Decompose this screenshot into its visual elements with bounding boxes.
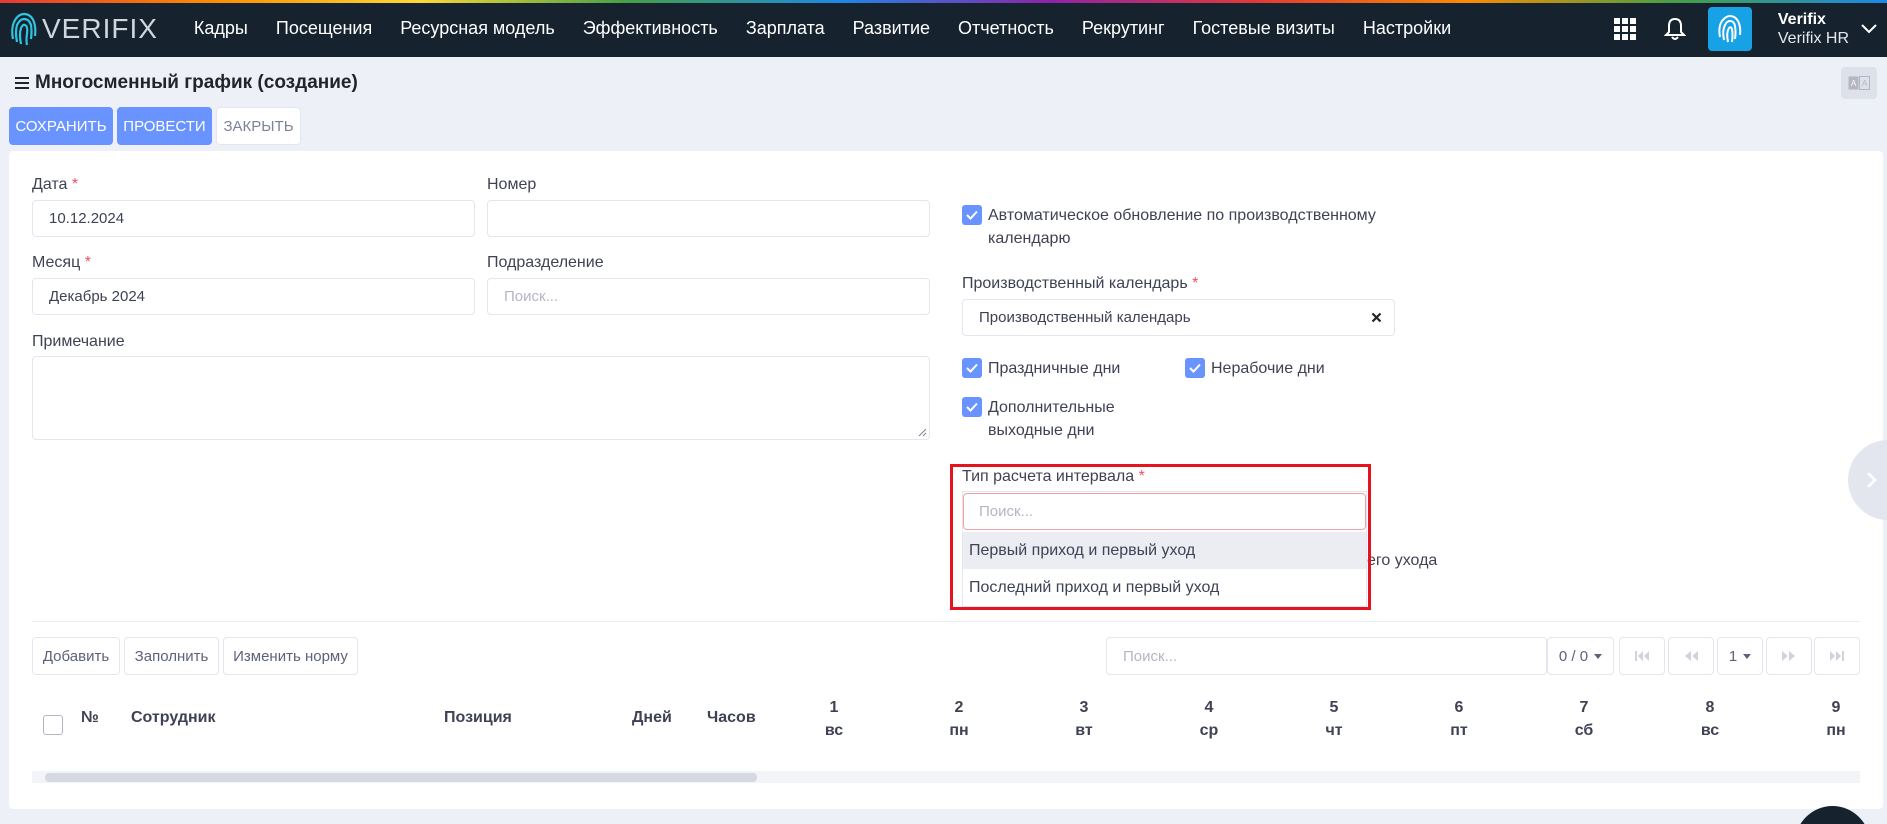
nav-item-guest-visits[interactable]: Гостевые визиты bbox=[1193, 18, 1335, 39]
extra-days-checkbox[interactable]: Дополнительные выходные дни bbox=[962, 396, 1115, 442]
page-title-text: Многосменный график (создание) bbox=[35, 72, 358, 93]
col-day-6: 6 пт bbox=[1450, 699, 1468, 739]
nav-item-development[interactable]: Развитие bbox=[853, 18, 930, 39]
prod-calendar-select[interactable]: Производственный календарь bbox=[962, 299, 1395, 336]
prev-page-button[interactable] bbox=[1668, 637, 1714, 675]
checkbox-checked-icon[interactable] bbox=[962, 358, 982, 378]
extra-days-label: Дополнительные выходные дни bbox=[988, 399, 1115, 439]
menu-icon[interactable] bbox=[15, 77, 29, 89]
nav-item-poseshcheniya[interactable]: Посещения bbox=[276, 18, 372, 39]
table-search-input[interactable]: Поиск... bbox=[1106, 637, 1547, 675]
divider bbox=[32, 621, 1860, 622]
rainbow-strip bbox=[0, 0, 1887, 3]
holidays-label: Праздничные дни bbox=[988, 360, 1121, 377]
highlight-box bbox=[950, 464, 1371, 610]
avatar[interactable] bbox=[1707, 6, 1752, 51]
clear-icon[interactable] bbox=[1371, 312, 1382, 323]
chevron-right-icon bbox=[1867, 472, 1877, 488]
bell-icon[interactable] bbox=[1663, 17, 1686, 41]
nav-item-efficiency[interactable]: Эффективность bbox=[583, 18, 718, 39]
date-field[interactable]: 10.12.2024 bbox=[32, 200, 475, 237]
checkbox-checked-icon[interactable] bbox=[1185, 358, 1205, 378]
nav-item-kadry[interactable]: Кадры bbox=[194, 18, 248, 39]
division-label: Подразделение bbox=[487, 254, 604, 271]
first-page-button[interactable] bbox=[1619, 637, 1665, 675]
next-page-icon bbox=[1782, 651, 1795, 661]
first-page-icon bbox=[1635, 651, 1649, 661]
col-hours[interactable]: Часов bbox=[707, 709, 756, 727]
user-company: Verifix HR bbox=[1777, 29, 1849, 47]
svg-text:A: A bbox=[1862, 79, 1868, 88]
note-label: Примечание bbox=[32, 333, 125, 350]
nav-item-reports[interactable]: Отчетность bbox=[958, 18, 1054, 39]
count-select[interactable]: 0 / 0 bbox=[1547, 637, 1614, 675]
close-button[interactable]: ЗАКРЫТЬ bbox=[216, 107, 301, 145]
resize-handle-icon[interactable] bbox=[917, 427, 927, 437]
col-day-7: 7 сб bbox=[1574, 699, 1594, 739]
fingerprint-icon bbox=[1718, 14, 1742, 42]
scrollbar-thumb[interactable] bbox=[45, 773, 757, 782]
col-employee[interactable]: Сотрудник bbox=[131, 709, 216, 727]
logo-text: VERIFIX bbox=[42, 12, 158, 44]
translate-glyph-icon: A A bbox=[1848, 76, 1870, 90]
nav-item-settings[interactable]: Настройки bbox=[1363, 18, 1451, 39]
caret-down-icon bbox=[1594, 653, 1603, 659]
hidden-option-text: его ухода bbox=[1367, 552, 1438, 569]
user-name: Verifix bbox=[1777, 10, 1826, 28]
date-label: Дата * bbox=[32, 176, 79, 193]
prod-calendar-value: Производственный календарь bbox=[979, 309, 1191, 326]
select-all-checkbox[interactable] bbox=[43, 715, 63, 735]
month-field[interactable]: Декабрь 2024 bbox=[32, 278, 475, 315]
next-page-button[interactable] bbox=[1766, 637, 1812, 675]
nav-item-resource-model[interactable]: Ресурсная модель bbox=[400, 18, 555, 39]
page-title: Многосменный график (создание) bbox=[15, 72, 358, 94]
number-label: Номер bbox=[487, 176, 537, 193]
checkbox-checked-icon[interactable] bbox=[962, 397, 982, 417]
number-field[interactable] bbox=[487, 200, 930, 237]
nonworking-checkbox[interactable]: Нерабочие дни bbox=[1185, 357, 1325, 380]
auto-update-checkbox[interactable]: Автоматическое обновление по производств… bbox=[962, 204, 1376, 250]
month-label: Месяц * bbox=[32, 254, 91, 271]
top-right-tools: Verifix Verifix HR bbox=[1613, 0, 1887, 57]
holidays-checkbox[interactable]: Праздничные дни bbox=[962, 357, 1120, 380]
caret-down-icon bbox=[1743, 653, 1752, 659]
col-day-1: 1 вс bbox=[824, 699, 844, 739]
col-day-9: 9 пн bbox=[1826, 699, 1846, 739]
main-nav: Кадры Посещения Ресурсная модель Эффекти… bbox=[180, 18, 1465, 39]
top-navbar: VERIFIX Кадры Посещения Ресурсная модель… bbox=[0, 0, 1887, 57]
fill-button[interactable]: Заполнить bbox=[124, 637, 219, 675]
division-search-input[interactable]: Поиск... bbox=[487, 278, 930, 315]
translate-icon[interactable]: A A bbox=[1841, 67, 1877, 99]
apps-grid-icon[interactable] bbox=[1613, 17, 1636, 40]
col-days[interactable]: Дней bbox=[632, 709, 672, 727]
logo[interactable]: VERIFIX bbox=[8, 0, 158, 57]
add-button[interactable]: Добавить bbox=[32, 637, 120, 675]
svg-text:A: A bbox=[1851, 79, 1857, 88]
col-day-4: 4 ср bbox=[1199, 699, 1219, 739]
col-day-3: 3 вт bbox=[1075, 699, 1093, 739]
col-day-2: 2 пн bbox=[949, 699, 969, 739]
last-page-button[interactable] bbox=[1814, 637, 1860, 675]
nav-item-salary[interactable]: Зарплата bbox=[746, 18, 825, 39]
post-button[interactable]: ПРОВЕСТИ bbox=[117, 107, 212, 145]
nav-item-recruiting[interactable]: Рекрутинг bbox=[1082, 18, 1165, 39]
save-button[interactable]: СОХРАНИТЬ bbox=[9, 107, 113, 145]
change-norm-button[interactable]: Изменить норму bbox=[223, 637, 358, 675]
auto-update-label: Автоматическое обновление по производств… bbox=[988, 207, 1376, 247]
col-position[interactable]: Позиция bbox=[444, 709, 512, 727]
nonworking-label: Нерабочие дни bbox=[1211, 360, 1325, 377]
col-day-5: 5 чт bbox=[1325, 699, 1343, 739]
chevron-down-icon[interactable] bbox=[1861, 23, 1877, 34]
last-page-icon bbox=[1830, 651, 1844, 661]
col-day-8: 8 вс bbox=[1700, 699, 1720, 739]
checkbox-checked-icon[interactable] bbox=[962, 205, 982, 225]
user-info[interactable]: Verifix Verifix HR bbox=[1778, 10, 1849, 48]
col-num: № bbox=[81, 709, 99, 726]
prev-page-icon bbox=[1685, 651, 1698, 661]
page-select[interactable]: 1 bbox=[1717, 637, 1763, 675]
note-textarea[interactable] bbox=[32, 356, 930, 440]
fingerprint-logo-icon bbox=[11, 12, 37, 45]
prod-calendar-label: Производственный календарь * bbox=[962, 275, 1199, 292]
